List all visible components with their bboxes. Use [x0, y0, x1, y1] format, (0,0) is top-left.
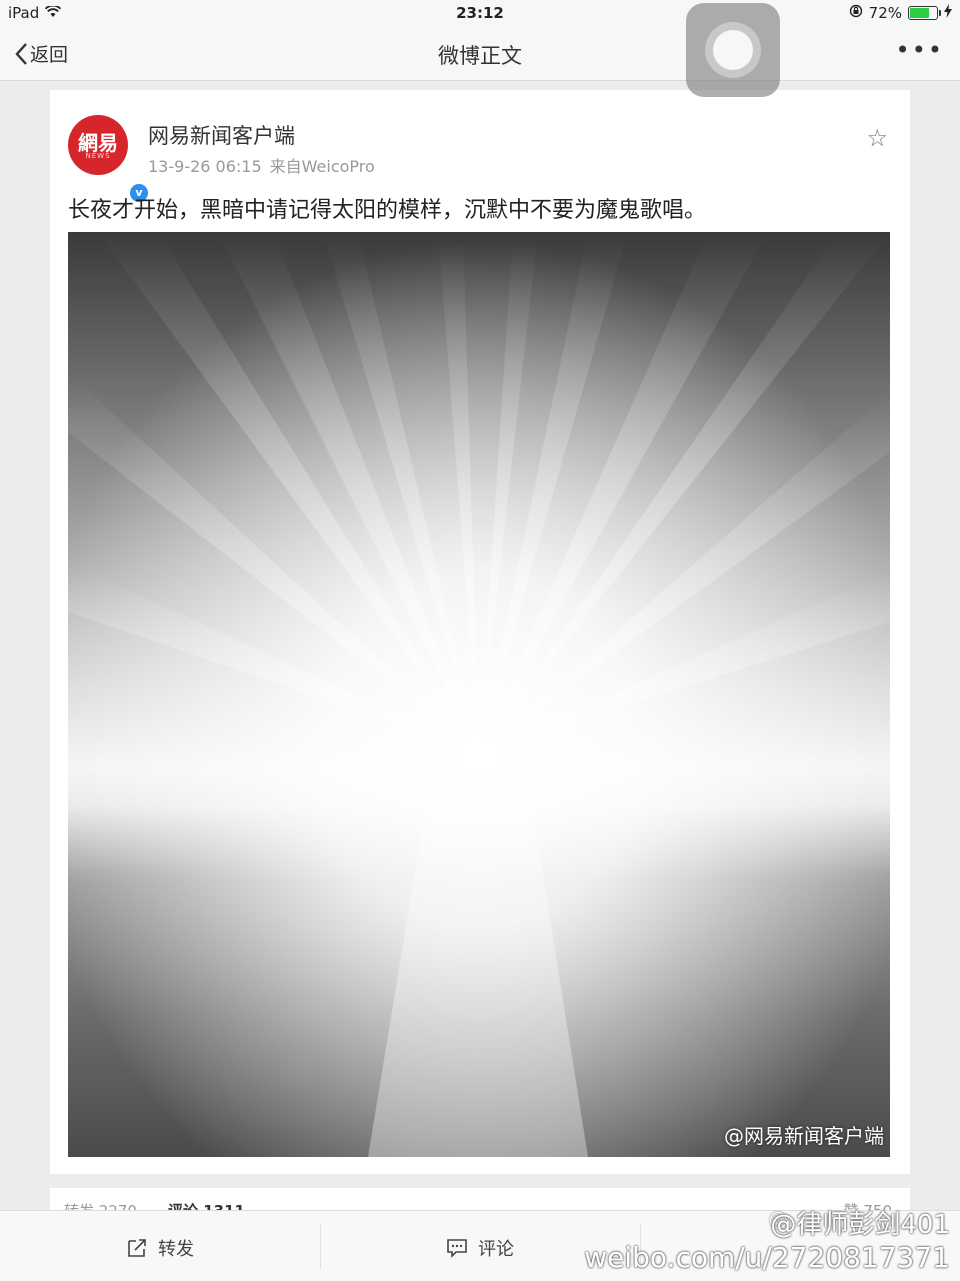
battery-percent: 72% [868, 4, 902, 22]
post-text: 长夜才开始，黑暗中请记得太阳的模样，沉默中不要为魔鬼歌唱。 [68, 198, 707, 223]
status-right: 72% [849, 4, 952, 22]
comment-icon [447, 1239, 467, 1258]
charging-icon [944, 4, 952, 22]
favorite-star-icon[interactable]: ☆ [866, 124, 888, 152]
watermark-user: @律师彭剑401 [770, 1210, 950, 1240]
post-meta: 13-9-26 06:15 来自WeicoPro [148, 153, 375, 177]
post-date: 13-9-26 06:15 [148, 157, 262, 176]
share-icon [128, 1239, 146, 1257]
avatar[interactable]: 網易 NEWS v [68, 115, 150, 204]
post-card: 網易 NEWS v 网易新闻客户端 13-9-26 06:15 来自WeicoPr… [50, 90, 910, 1174]
repost-label: 转发 [158, 1239, 194, 1260]
repost-button[interactable]: 转发 [126, 1235, 194, 1261]
author-name[interactable]: 网易新闻客户端 [148, 120, 295, 150]
more-button[interactable]: ••• [896, 36, 944, 64]
assistive-touch-button[interactable] [686, 3, 780, 97]
image-watermark: @网易新闻客户端 [724, 1124, 884, 1148]
comment-label: 评论 [478, 1239, 514, 1260]
weibo-watermark: @律师彭剑401 weibo.com/u/2720817371 [584, 1204, 950, 1274]
toolbar-divider [320, 1223, 321, 1269]
rotation-lock-icon [849, 4, 863, 22]
status-bar: iPad 23:12 72% [0, 0, 960, 26]
post-source: 来自WeicoPro [269, 157, 375, 176]
nav-bar: 返回 微博正文 ••• [0, 26, 960, 81]
post-image[interactable]: @网易新闻客户端 [68, 232, 890, 1157]
watermark-url: weibo.com/u/2720817371 [584, 1241, 950, 1274]
page-title: 微博正文 [438, 44, 522, 68]
avatar-sub: NEWS [85, 152, 111, 160]
status-time: 23:12 [456, 4, 504, 22]
comment-button[interactable]: 评论 [446, 1235, 514, 1261]
sunburst-illustration [68, 232, 890, 1157]
battery-icon [908, 6, 941, 20]
